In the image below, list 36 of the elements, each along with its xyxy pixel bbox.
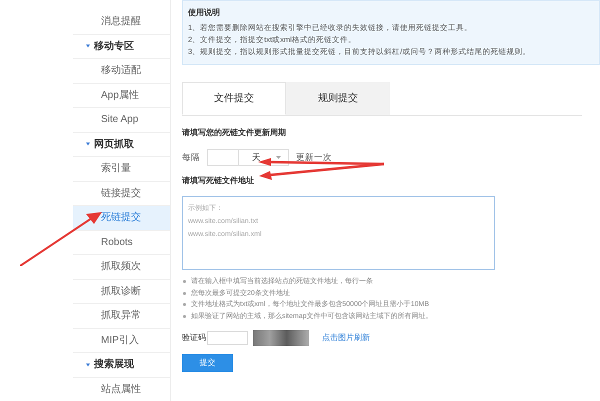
sidebar-section-header[interactable]: 移动专区 (73, 34, 170, 59)
notice-title: 使用说明 (188, 7, 221, 19)
bullet-icon (183, 280, 186, 284)
refresh-link[interactable]: 点击图片刷新 (322, 332, 370, 344)
captcha-image[interactable] (253, 330, 309, 346)
period-heading: 请填写您的死链文件更新周期 (182, 127, 287, 139)
bullet-icon (183, 292, 186, 295)
period-prefix: 每隔 (182, 151, 200, 164)
sidebar-item[interactable]: Site App (73, 108, 170, 132)
caret-down-icon (86, 142, 90, 146)
sidebar-section-header[interactable]: 搜索展现 (73, 353, 170, 378)
caret-down-icon (86, 362, 90, 367)
sidebar-item[interactable]: 站点属性 (73, 378, 170, 401)
sidebar-item[interactable]: 移动适配 (73, 59, 170, 84)
caret-down-icon (86, 44, 90, 48)
sidebar-item[interactable]: 死链提交 (73, 206, 170, 230)
period-input[interactable] (207, 149, 239, 166)
captcha-label: 验证码 (182, 332, 206, 344)
sidebar-item[interactable]: Robots (73, 230, 170, 255)
sidebar-section-header[interactable]: 网页抓取 (73, 132, 170, 157)
tab[interactable]: 文件提交 (182, 82, 286, 115)
sidebar-item[interactable]: 抓取诊断 (73, 280, 170, 304)
caret-icon (276, 156, 281, 159)
submit-button[interactable]: 提交 (182, 354, 233, 372)
sidebar-item[interactable]: MIP引入 (73, 328, 170, 353)
sidebar-item[interactable]: App属性 (73, 84, 170, 108)
address-heading: 请填写死链文件地址 (182, 175, 255, 187)
sidebar-item[interactable]: 索引量 (73, 157, 170, 182)
sidebar-item[interactable]: 抓取异常 (73, 304, 170, 328)
captcha-input[interactable] (207, 331, 248, 345)
bullet-icon (183, 303, 186, 306)
tab[interactable]: 规则提交 (286, 82, 390, 115)
period-suffix: 更新一次 (296, 151, 332, 164)
bullet-icon (183, 314, 186, 318)
sidebar-item[interactable]: 抓取频次 (73, 255, 170, 280)
sidebar-item[interactable]: 消息提醒 (73, 10, 170, 34)
